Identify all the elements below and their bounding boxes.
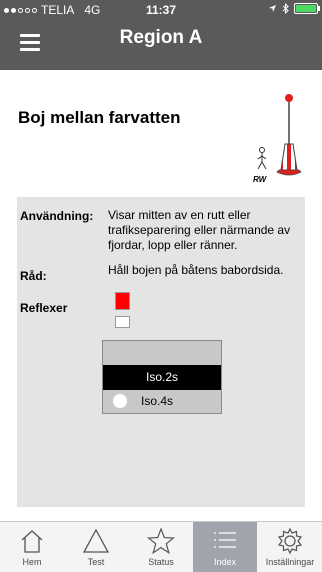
buoy-illustration: RW <box>253 94 302 184</box>
buoy-topmark <box>285 94 293 102</box>
reflector-swatch-white <box>115 316 130 328</box>
nav-bar: Region A <box>0 20 322 70</box>
light-characteristic-box: Iso.2s Iso.4s <box>102 340 222 414</box>
status-bar: TELIA 4G 11:37 <box>0 0 322 20</box>
tab-label: Status <box>148 557 174 567</box>
advice-label: Råd: <box>20 269 47 283</box>
usage-label: Användning: <box>20 209 94 223</box>
reflectors-label: Reflexer <box>20 301 68 315</box>
usage-text: Visar mitten av en rutt eller trafiksepa… <box>108 208 290 253</box>
tab-index[interactable]: Index <box>193 522 257 572</box>
tab-installningar[interactable]: Inställningar <box>258 522 322 572</box>
tab-label: Index <box>213 557 237 567</box>
page-header-title: Region A <box>119 27 203 48</box>
triangle-icon <box>82 528 110 553</box>
tab-test[interactable]: Test <box>64 522 128 572</box>
usage-text-line: fjordar, lopp eller ränner. <box>108 238 238 252</box>
light-row-empty <box>103 341 221 366</box>
light-row-day: Iso.2s <box>103 365 221 390</box>
list-icon <box>214 532 236 548</box>
light-night-label: Iso.4s <box>141 394 174 408</box>
reflector-swatch-red <box>115 292 130 310</box>
page-title: Boj mellan farvatten <box>18 108 181 127</box>
tab-label: Inställningar <box>265 557 315 567</box>
star-icon <box>147 527 175 555</box>
buoy-code-label: RW <box>253 175 268 184</box>
light-circle-icon <box>113 394 127 408</box>
tab-label: Test <box>87 557 105 567</box>
gear-icon <box>277 527 303 555</box>
bluetooth-icon <box>282 3 289 14</box>
location-arrow-icon <box>268 4 277 13</box>
usage-text-line: trafikseparering eller närmande av <box>108 223 291 237</box>
advice-text: Håll bojen på båtens babordsida. <box>108 263 284 277</box>
buoy-info-panel: Användning: Visar mitten av en rutt elle… <box>17 197 305 507</box>
tab-status[interactable]: Status <box>129 522 193 572</box>
tab-hem[interactable]: Hem <box>0 522 64 572</box>
tab-label: Hem <box>22 557 42 567</box>
tab-bar: Hem Test Status Index Inställningar <box>0 521 322 572</box>
usage-text-line: Visar mitten av en rutt eller <box>108 208 251 222</box>
light-row-night: Iso.4s <box>103 389 221 414</box>
status-right <box>268 3 320 14</box>
house-icon <box>21 530 43 553</box>
battery-icon <box>294 3 320 14</box>
